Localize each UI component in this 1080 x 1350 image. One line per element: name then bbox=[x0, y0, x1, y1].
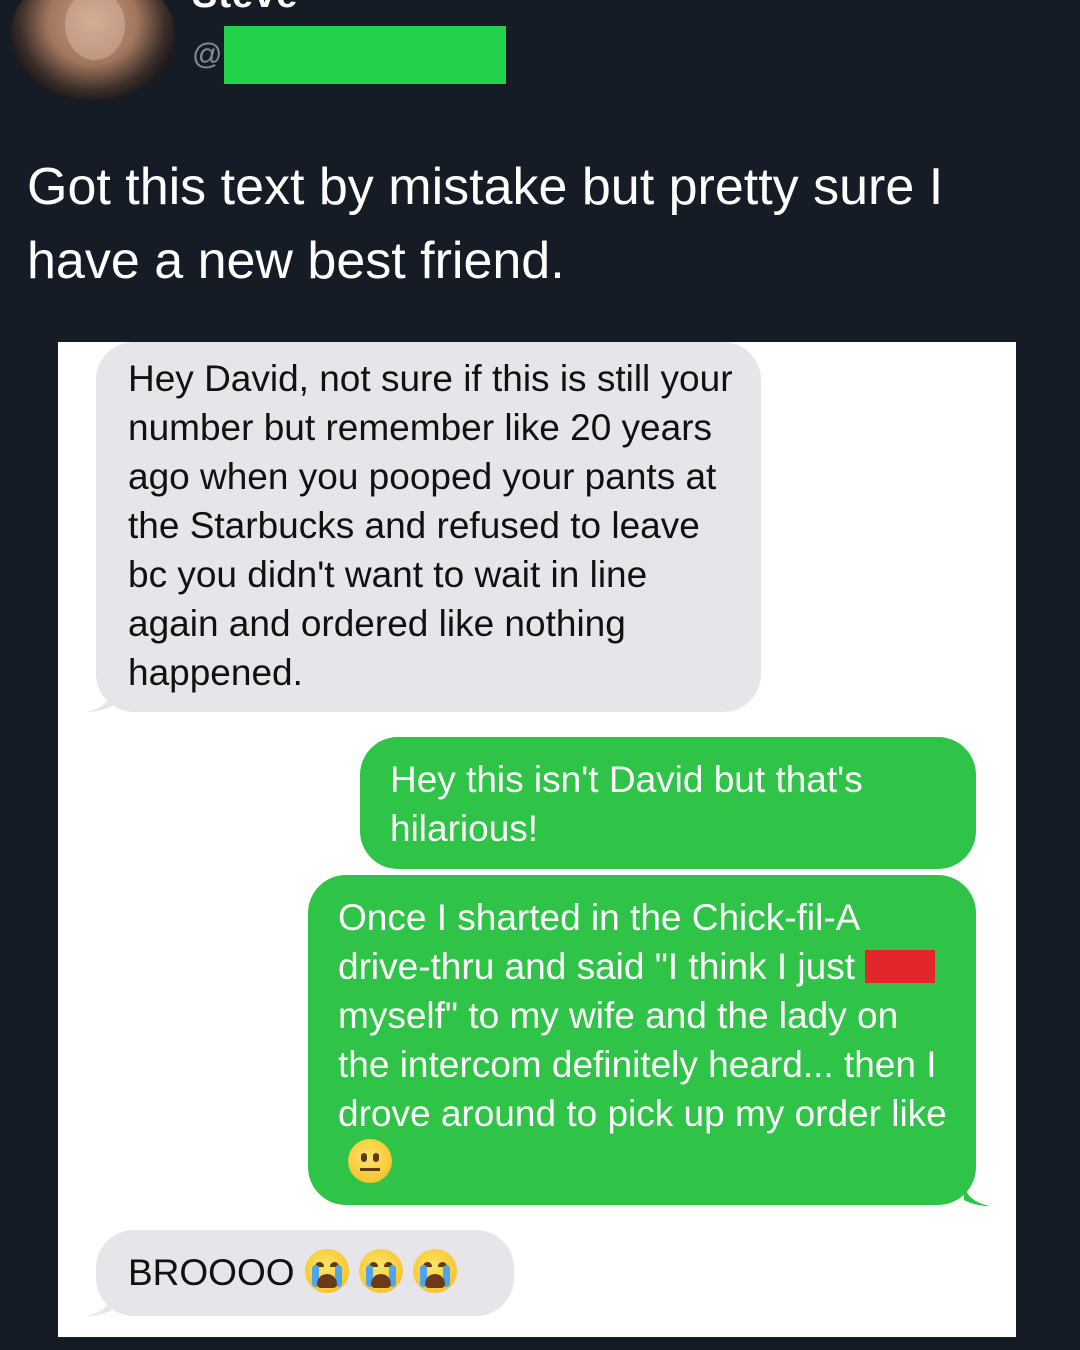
word-redaction bbox=[865, 950, 936, 983]
bubble-tail bbox=[86, 1290, 112, 1316]
message-text: BROOOO bbox=[128, 1252, 295, 1293]
sent-message-bubble: Once I sharted in the Chick-fil-A drive-… bbox=[308, 875, 976, 1205]
bubble-tail bbox=[964, 1180, 990, 1206]
message-text: Hey David, not sure if this is still you… bbox=[128, 358, 733, 693]
avatar[interactable] bbox=[10, 0, 175, 100]
message-text: Once I sharted in the Chick-fil-A drive-… bbox=[338, 897, 859, 987]
received-message-bubble: Hey David, not sure if this is still you… bbox=[96, 342, 761, 712]
tweet: Steve @ Got this text by mistake but pre… bbox=[0, 0, 1080, 1350]
received-message-bubble: BROOOO bbox=[96, 1230, 514, 1316]
display-name[interactable]: Steve bbox=[192, 0, 298, 17]
message-screenshot: Hey David, not sure if this is still you… bbox=[58, 342, 1016, 1337]
handle[interactable]: @ bbox=[192, 26, 507, 84]
loudly-crying-face-emoji bbox=[304, 1249, 349, 1293]
handle-redaction bbox=[224, 26, 507, 84]
message-text: myself" to my wife and the lady on the i… bbox=[338, 995, 947, 1134]
message-text: Hey this isn't David but that's hilariou… bbox=[390, 759, 863, 849]
neutral-face-emoji bbox=[348, 1139, 392, 1183]
loudly-crying-face-emoji bbox=[412, 1249, 457, 1293]
sent-message-bubble: Hey this isn't David but that's hilariou… bbox=[360, 737, 976, 869]
loudly-crying-face-emoji bbox=[358, 1249, 403, 1293]
bubble-tail bbox=[86, 686, 112, 712]
avatar-face bbox=[65, 0, 125, 60]
handle-at-sign: @ bbox=[192, 38, 223, 71]
tweet-text: Got this text by mistake but pretty sure… bbox=[27, 158, 944, 290]
